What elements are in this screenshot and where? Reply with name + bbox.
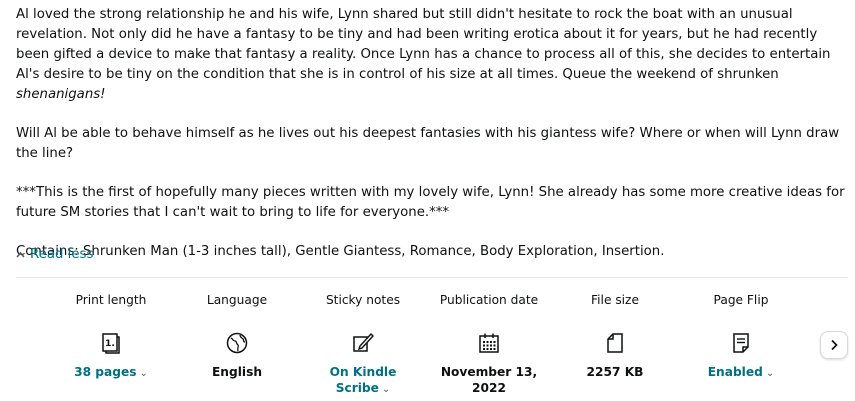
calendar-icon	[477, 331, 501, 355]
detail-label: Language	[206, 293, 268, 307]
sticky-notes-dropdown[interactable]: On Kindle Scribe ⌄	[303, 364, 423, 398]
description-paragraph-1: Al loved the strong relationship he and …	[16, 5, 848, 105]
description-emphasis: shenanigans!	[16, 87, 106, 102]
detail-publication-date: Publication date November 13, 2022	[429, 291, 549, 395]
description-paragraph-2: Will Al be able to behave himself as he …	[16, 126, 840, 161]
publication-date-value: November 13, 2022	[440, 365, 538, 395]
chevron-up-icon	[16, 245, 25, 265]
detail-print-length: Print length 1. 38 pages ⌄	[51, 291, 171, 379]
detail-file-size: File size 2257 KB	[555, 291, 675, 379]
page-flip-dropdown[interactable]: Enabled ⌄	[681, 364, 801, 382]
print-length-dropdown[interactable]: 38 pages ⌄	[51, 364, 171, 382]
svg-text:1.: 1.	[105, 339, 115, 349]
description-text: Al loved the strong relationship he and …	[16, 7, 831, 82]
book-page-icon: 1.	[99, 331, 123, 355]
language-value: English	[211, 365, 262, 379]
pen-note-icon	[351, 331, 375, 355]
read-less-label: Read less	[30, 247, 94, 262]
detail-label: Publication date	[439, 293, 539, 307]
detail-sticky-notes: Sticky notes On Kindle Scribe ⌄	[303, 291, 423, 395]
section-divider	[16, 277, 848, 278]
page-flip-value: Enabled	[707, 365, 763, 379]
page-flip-icon	[729, 331, 753, 355]
file-icon	[603, 331, 627, 355]
carousel-next-button[interactable]	[820, 331, 848, 359]
detail-language: Language English	[177, 291, 297, 379]
product-details-carousel: Print length 1. 38 pages ⌄ Language Engli…	[0, 291, 820, 401]
detail-label: Sticky notes	[325, 293, 401, 307]
chevron-right-icon	[829, 336, 839, 355]
detail-label: Page Flip	[713, 293, 769, 307]
chevron-down-icon: ⌄	[139, 368, 148, 379]
detail-label: File size	[591, 293, 639, 307]
book-description: Al loved the strong relationship he and …	[16, 5, 848, 262]
description-paragraph-3: ***This is the first of hopefully many p…	[16, 185, 845, 220]
detail-label: Print length	[75, 293, 147, 307]
detail-page-flip: Page Flip Enabled ⌄	[681, 291, 801, 379]
chevron-down-icon: ⌄	[381, 384, 391, 395]
file-size-value: 2257 KB	[586, 365, 644, 379]
description-paragraph-4: Contains: Shrunken Man (1-3 inches tall)…	[16, 244, 665, 259]
read-less-link[interactable]: Read less	[16, 245, 93, 265]
chevron-down-icon: ⌄	[765, 368, 775, 379]
print-length-value: 38 pages	[74, 365, 137, 379]
globe-icon	[225, 331, 249, 355]
